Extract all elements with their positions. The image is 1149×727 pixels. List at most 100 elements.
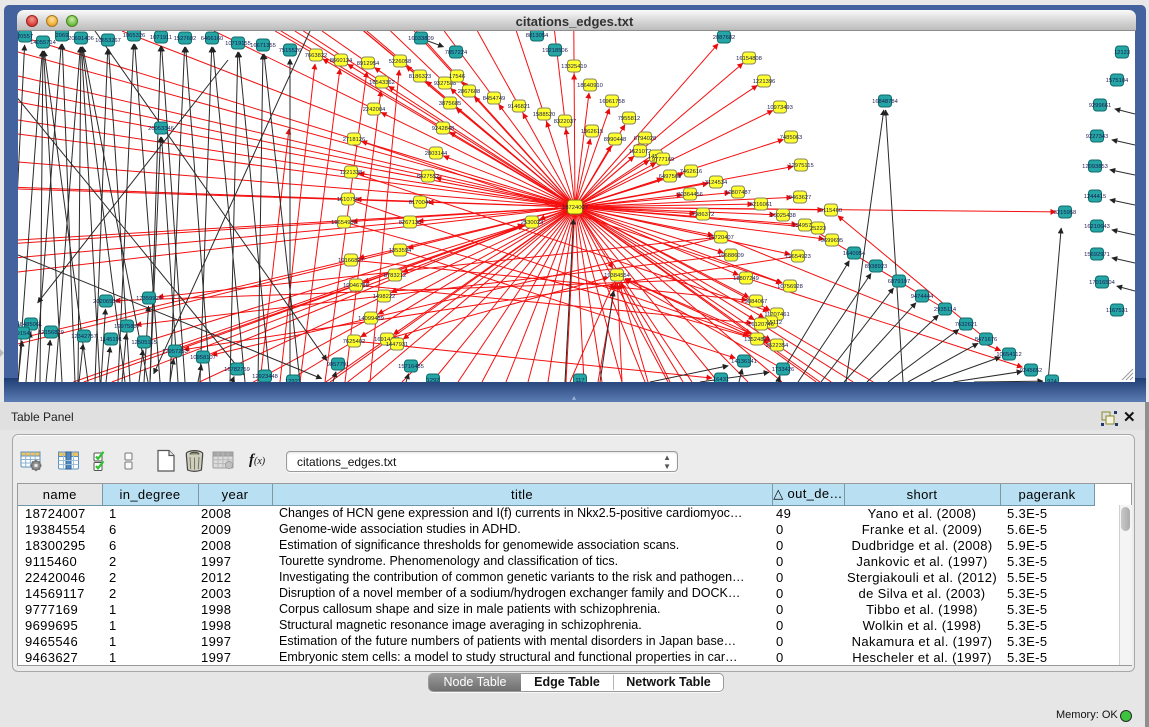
svg-text:16543362: 16543362 bbox=[369, 80, 395, 86]
svg-text:10973493: 10973493 bbox=[767, 105, 793, 111]
svg-text:7462616: 7462616 bbox=[680, 169, 703, 175]
svg-text:10653267: 10653267 bbox=[95, 38, 121, 44]
svg-text:1145191: 1145191 bbox=[100, 337, 122, 343]
svg-text:2867608: 2867608 bbox=[458, 89, 481, 95]
svg-text:1071911: 1071911 bbox=[150, 35, 172, 41]
svg-text:18807249: 18807249 bbox=[733, 276, 759, 282]
svg-text:2522354: 2522354 bbox=[766, 343, 789, 349]
svg-text:9115460: 9115460 bbox=[820, 208, 842, 214]
svg-text:6794028: 6794028 bbox=[634, 136, 657, 142]
svg-text:20364456: 20364456 bbox=[677, 192, 703, 198]
svg-text:10025438: 10025438 bbox=[770, 213, 796, 219]
svg-text:19166827: 19166827 bbox=[338, 258, 364, 264]
svg-text:7515526: 7515526 bbox=[279, 48, 302, 54]
svg-text:7955812: 7955812 bbox=[618, 116, 641, 122]
svg-text:12342757: 12342757 bbox=[71, 334, 97, 340]
svg-text:1221396: 1221396 bbox=[753, 79, 776, 85]
svg-text:9857791: 9857791 bbox=[327, 362, 350, 368]
svg-text:2530023: 2530023 bbox=[521, 220, 544, 226]
svg-text:12505115: 12505115 bbox=[131, 340, 156, 346]
svg-text:8170041: 8170041 bbox=[409, 200, 432, 206]
svg-text:8471676: 8471676 bbox=[975, 337, 998, 343]
svg-text:8427552: 8427552 bbox=[417, 174, 440, 180]
svg-text:2803144: 2803144 bbox=[425, 151, 448, 157]
svg-text:8454749: 8454749 bbox=[483, 96, 506, 102]
svg-text:924: 924 bbox=[1047, 379, 1057, 382]
svg-text:6216061: 6216061 bbox=[750, 202, 773, 208]
svg-text:16671355: 16671355 bbox=[250, 43, 276, 49]
svg-text:12975115: 12975115 bbox=[788, 163, 813, 169]
svg-text:8938923: 8938923 bbox=[865, 264, 888, 270]
svg-text:20206556: 20206556 bbox=[93, 299, 119, 305]
svg-text:12923448: 12923448 bbox=[252, 374, 278, 380]
svg-text:15716485: 15716485 bbox=[398, 364, 424, 370]
svg-text:2935114: 2935114 bbox=[934, 307, 957, 313]
svg-text:1353594: 1353594 bbox=[389, 248, 412, 254]
svg-text:9299661: 9299661 bbox=[1089, 103, 1112, 109]
svg-text:9474444: 9474444 bbox=[911, 294, 934, 300]
svg-text:1588520: 1588520 bbox=[533, 112, 556, 118]
svg-text:9463627: 9463627 bbox=[789, 195, 812, 201]
svg-text:14136141: 14136141 bbox=[731, 359, 757, 365]
svg-text:1575104: 1575104 bbox=[1106, 78, 1129, 84]
svg-text:1167531: 1167531 bbox=[1106, 308, 1128, 314]
svg-text:1640954: 1640954 bbox=[843, 251, 866, 257]
svg-text:1447931: 1447931 bbox=[386, 342, 409, 348]
svg-text:20053346: 20053346 bbox=[148, 126, 174, 132]
svg-text:19654933: 19654933 bbox=[331, 220, 357, 226]
svg-text:17546: 17546 bbox=[449, 74, 465, 80]
svg-text:9084067: 9084067 bbox=[745, 299, 768, 305]
svg-text:19975887: 19975887 bbox=[114, 324, 140, 330]
svg-text:13325419: 13325419 bbox=[561, 64, 587, 70]
svg-text:7986372: 7986372 bbox=[692, 212, 715, 218]
svg-text:12123: 12123 bbox=[1114, 50, 1130, 56]
svg-text:19654923: 19654923 bbox=[785, 254, 811, 260]
svg-text:9777169: 9777169 bbox=[652, 157, 675, 163]
svg-text:2087682: 2087682 bbox=[713, 35, 736, 41]
svg-text:14055714: 14055714 bbox=[30, 40, 57, 46]
svg-text:1527602: 1527602 bbox=[174, 36, 197, 42]
svg-text:7485063: 7485063 bbox=[780, 135, 803, 141]
svg-text:391541: 391541 bbox=[18, 331, 33, 337]
svg-text:16154808: 16154808 bbox=[736, 56, 762, 62]
svg-text:16033809: 16033809 bbox=[408, 36, 434, 42]
svg-text:17016504: 17016504 bbox=[1089, 280, 1116, 286]
svg-text:2242004: 2242004 bbox=[363, 107, 386, 113]
svg-text:10756928: 10756928 bbox=[777, 284, 803, 290]
svg-text:8267130: 8267130 bbox=[399, 220, 422, 226]
svg-text:12156829: 12156829 bbox=[38, 330, 64, 336]
svg-text:12923: 12923 bbox=[285, 379, 301, 382]
svg-text:9245652: 9245652 bbox=[1020, 368, 1043, 374]
svg-text:10688609: 10688609 bbox=[718, 253, 744, 259]
svg-text:1244415: 1244415 bbox=[1084, 194, 1107, 200]
svg-text:16210643: 16210643 bbox=[1084, 224, 1110, 230]
svg-text:16431: 16431 bbox=[713, 377, 729, 382]
svg-text:9227343: 9227343 bbox=[1086, 134, 1109, 140]
svg-text:16782759: 16782759 bbox=[224, 367, 250, 373]
svg-text:8186323: 8186323 bbox=[409, 74, 432, 80]
svg-text:8912954: 8912954 bbox=[357, 61, 380, 67]
svg-text:6879197: 6879197 bbox=[888, 279, 911, 285]
svg-text:16848784: 16848784 bbox=[872, 99, 899, 105]
svg-text:9146821: 9146821 bbox=[508, 104, 531, 110]
svg-text:6497568: 6497568 bbox=[659, 174, 682, 180]
svg-text:1292: 1292 bbox=[427, 378, 440, 382]
svg-text:8990448: 8990448 bbox=[604, 137, 627, 143]
svg-text:8660124: 8660124 bbox=[330, 58, 353, 64]
svg-text:16961758: 16961758 bbox=[599, 99, 625, 105]
svg-text:1065326: 1065326 bbox=[123, 33, 146, 39]
svg-text:10807487: 10807487 bbox=[725, 190, 751, 196]
svg-text:19384554: 19384554 bbox=[604, 273, 631, 279]
svg-text:10046788: 10046788 bbox=[343, 283, 369, 289]
svg-text:9699695: 9699695 bbox=[821, 238, 844, 244]
svg-text:8783212: 8783212 bbox=[384, 273, 407, 279]
svg-text:20691406: 20691406 bbox=[68, 36, 94, 42]
svg-text:7857224: 7857224 bbox=[445, 50, 468, 56]
svg-text:19218506: 19218506 bbox=[542, 48, 568, 54]
svg-text:7625402: 7625402 bbox=[343, 339, 366, 345]
svg-text:8813054: 8813054 bbox=[526, 33, 549, 39]
svg-text:1610755: 1610755 bbox=[337, 197, 360, 203]
svg-text:6466160: 6466160 bbox=[201, 36, 224, 42]
svg-text:10719155: 10719155 bbox=[225, 41, 251, 47]
svg-text:17359924: 17359924 bbox=[136, 296, 163, 302]
